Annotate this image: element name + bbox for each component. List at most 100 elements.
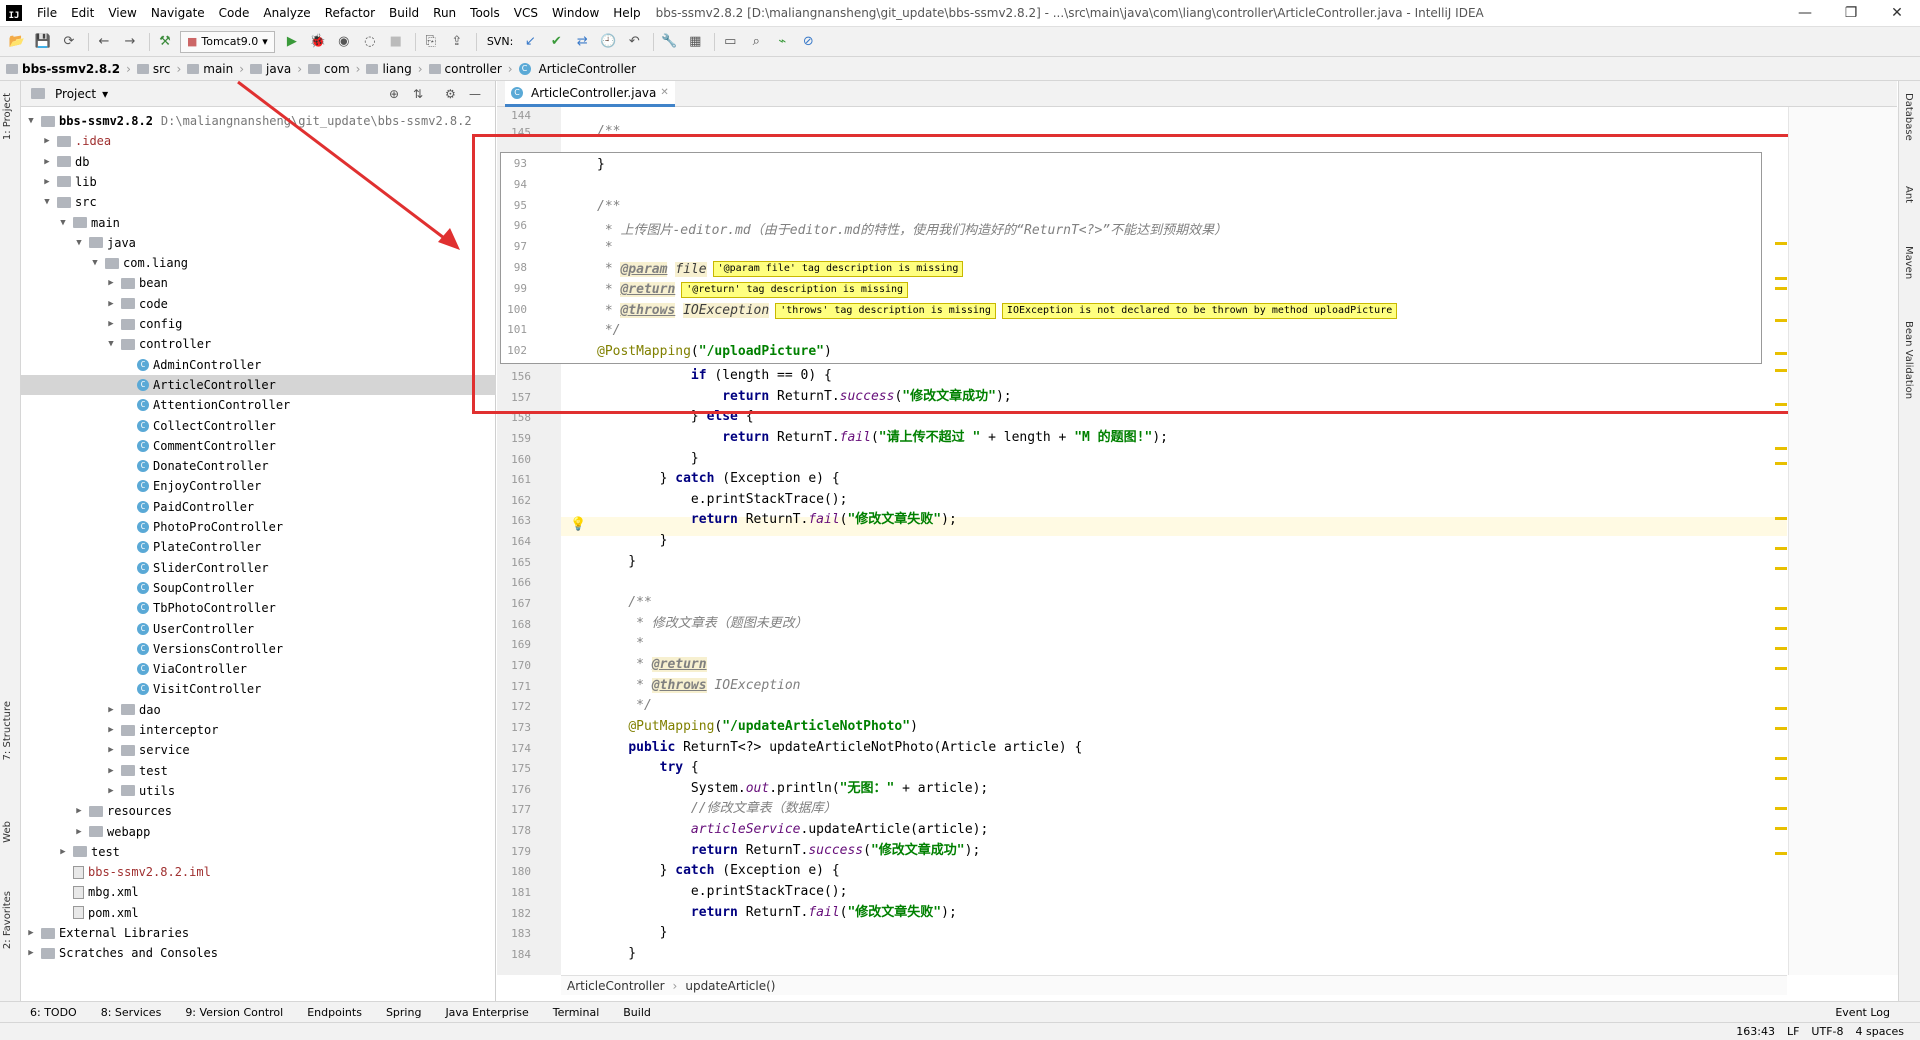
bottom-tab[interactable]: 8: Services [101,1006,162,1019]
svn-compare-icon[interactable]: ⇄ [571,31,593,53]
save-all-icon[interactable]: 💾 [32,31,54,53]
code-line[interactable]: } [597,451,699,467]
code-line[interactable]: } catch (Exception e) { [597,863,840,879]
tree-item[interactable]: C EnjoyController [21,476,496,496]
chevron-right-icon[interactable]: ▶ [41,172,53,192]
sync-icon[interactable]: ⟳ [58,31,80,53]
code-line[interactable]: return ReturnT.fail("修改文章失败"); [597,905,957,921]
tree-item[interactable]: ▼ controller [21,334,496,354]
chevron-right-icon[interactable]: ▶ [105,761,117,781]
tree-item[interactable]: C ViaController [21,659,496,679]
warning-stripe-mark[interactable] [1775,447,1787,450]
forward-icon[interactable]: → [119,31,141,53]
bottom-tab[interactable]: 6: TODO [30,1006,77,1019]
warning-stripe-mark[interactable] [1775,827,1787,830]
code-line[interactable]: } catch (Exception e) { [597,471,840,487]
tab-maven[interactable]: Maven [1903,246,1914,279]
chevron-right-icon[interactable]: ▶ [105,740,117,760]
menu-file[interactable]: File [30,0,64,27]
menu-refactor[interactable]: Refactor [318,0,382,27]
tree-item[interactable]: ▶ test [21,842,496,862]
tree-item[interactable]: C VisitController [21,679,496,699]
warning-stripe-mark[interactable] [1775,319,1787,322]
code-breadcrumb-method[interactable]: updateArticle() [685,979,775,993]
warning-stripe-mark[interactable] [1775,547,1787,550]
debug-icon[interactable]: 🐞 [307,31,329,53]
code-line[interactable]: * @return [597,656,707,673]
close-icon[interactable]: ✕ [660,87,668,98]
tree-item[interactable]: C AttentionController [21,395,496,415]
tab-structure[interactable]: 7: Structure [2,701,13,760]
tab-ant[interactable]: Ant [1903,186,1914,203]
code-breadcrumb-class[interactable]: ArticleController [567,979,665,993]
warning-stripe-mark[interactable] [1775,807,1787,810]
code-line[interactable]: /** [597,595,652,611]
tree-item[interactable]: pom.xml [21,903,496,923]
tree-item[interactable]: ▶ config [21,314,496,334]
tree-item[interactable]: C PhotoProController [21,517,496,537]
menu-tools[interactable]: Tools [463,0,507,27]
tree-item[interactable]: C SoupController [21,578,496,598]
chevron-down-icon[interactable]: ▼ [57,213,69,233]
event-log-button[interactable]: Event Log [1835,1006,1890,1019]
warning-stripe-mark[interactable] [1775,567,1787,570]
warning-stripe-mark[interactable] [1775,462,1787,465]
warning-stripe-mark[interactable] [1775,607,1787,610]
lightbulb-icon[interactable]: 💡 [570,517,586,532]
breadcrumb-item[interactable]: bbs-ssmv2.8.2 [6,62,120,76]
menu-window[interactable]: Window [545,0,606,27]
warning-stripe-mark[interactable] [1775,277,1787,280]
file-encoding[interactable]: UTF-8 [1811,1025,1843,1038]
chevron-right-icon[interactable]: ▶ [105,700,117,720]
menu-vcs[interactable]: VCS [507,0,545,27]
warning-stripe-mark[interactable] [1775,727,1787,730]
tree-item[interactable]: ▶ interceptor [21,720,496,740]
hide-panel-icon[interactable]: — [469,87,481,101]
code-line[interactable]: System.out.println("无图：" + article); [597,781,988,797]
run-config-dropdown[interactable]: ■ Tomcat9.0 ▾ [180,30,275,53]
chevron-right-icon[interactable]: ▶ [105,781,117,801]
menu-analyze[interactable]: Analyze [256,0,317,27]
menu-build[interactable]: Build [382,0,426,27]
bottom-tab[interactable]: Build [623,1006,651,1019]
tree-item[interactable]: mbg.xml [21,882,496,902]
deploy-icon[interactable]: ⇪ [446,31,468,53]
bottom-tab[interactable]: Endpoints [307,1006,362,1019]
chevron-right-icon[interactable]: ▶ [25,943,37,963]
tree-item[interactable]: ▶ test [21,761,496,781]
run-icon[interactable]: ▶ [281,31,303,53]
code-line[interactable]: return ReturnT.fail("修改文章失败"); [597,512,957,528]
code-line[interactable]: articleService.updateArticle(article); [597,822,988,838]
coverage-icon[interactable]: ◉ [333,31,355,53]
tree-item[interactable]: C PaidController [21,497,496,517]
tree-item[interactable]: ▼ com.liang [21,253,496,273]
code-line[interactable]: @PutMapping("/updateArticleNotPhoto") [597,719,918,735]
attach-icon[interactable]: ⎘ [420,31,442,53]
bottom-tab[interactable]: Terminal [553,1006,600,1019]
svn-update-icon[interactable]: ↙ [519,31,541,53]
build-hammer-icon[interactable]: ⚒ [154,31,176,53]
warning-stripe-mark[interactable] [1775,242,1787,245]
tab-web[interactable]: Web [2,821,13,843]
terminal-icon[interactable]: ▭ [719,31,741,53]
breadcrumb-item[interactable]: java [250,62,291,76]
wrench-settings-icon[interactable]: 🔧 [658,31,680,53]
tree-item[interactable]: ▶ resources [21,801,496,821]
project-structure-icon[interactable]: ▦ [684,31,706,53]
chevron-right-icon[interactable]: ▶ [73,801,85,821]
tree-item[interactable]: ▶ code [21,294,496,314]
code-line[interactable]: } [597,533,668,549]
search-icon[interactable]: ⌕ [745,31,767,53]
svn-commit-icon[interactable]: ✔ [545,31,567,53]
chevron-right-icon[interactable]: ▶ [105,273,117,293]
project-panel-title[interactable]: Project [55,87,96,101]
code-line[interactable]: } [597,925,668,941]
code-line[interactable]: e.printStackTrace(); [597,492,848,508]
tree-item[interactable]: ▶ bean [21,273,496,293]
caret-position[interactable]: 163:43 [1736,1025,1775,1038]
chevron-down-icon[interactable]: ▼ [105,334,117,354]
warning-stripe-mark[interactable] [1775,707,1787,710]
tab-bean-validation[interactable]: Bean Validation [1903,321,1914,399]
menu-code[interactable]: Code [212,0,257,27]
tree-item[interactable]: C VersionsController [21,639,496,659]
